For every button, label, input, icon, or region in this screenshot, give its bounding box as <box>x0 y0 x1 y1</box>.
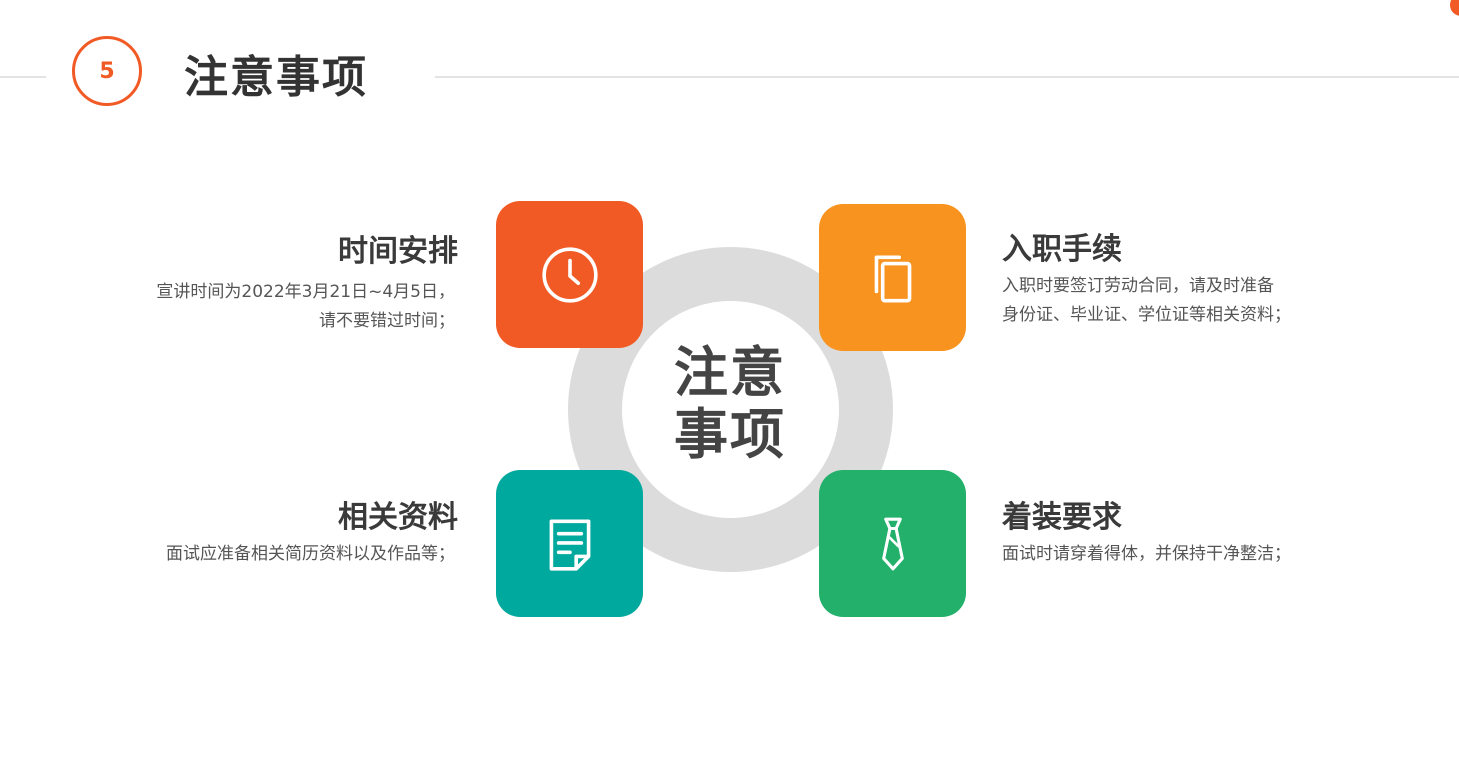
onboarding-desc-line-2: 身份证、毕业证、学位证等相关资料； <box>1002 305 1291 325</box>
necktie-icon <box>881 517 904 570</box>
copy-documents-icon <box>874 255 911 303</box>
materials-tile <box>496 470 643 617</box>
time-schedule-title: 时间安排 <box>338 234 458 269</box>
note-document-icon <box>549 518 590 571</box>
onboarding-desc-line-1: 入职时要签订劳动合同，请及时准备 <box>1002 276 1274 296</box>
time-schedule-desc-line-2: 请不要错过时间； <box>319 311 455 331</box>
section-number: 5 <box>72 36 142 106</box>
time-schedule-desc: 宣讲时间为2022年3月21日~4月5日， 请不要错过时间； <box>120 278 455 336</box>
dress-code-title: 着装要求 <box>1002 500 1122 535</box>
time-schedule-tile <box>496 201 643 348</box>
corner-decoration <box>1450 0 1459 16</box>
center-title: 注意 事项 <box>630 342 830 466</box>
dress-code-desc: 面试时请穿着得体，并保持干净整洁； <box>1002 540 1291 569</box>
dress-code-tile <box>819 470 966 617</box>
header-divider-left <box>0 76 46 78</box>
page-title: 注意事项 <box>184 52 368 103</box>
time-schedule-desc-line-1: 宣讲时间为2022年3月21日~4月5日， <box>156 282 455 302</box>
onboarding-tile <box>819 204 966 351</box>
clock-icon <box>541 246 598 303</box>
materials-title: 相关资料 <box>338 500 458 535</box>
onboarding-desc: 入职时要签订劳动合同，请及时准备 身份证、毕业证、学位证等相关资料； <box>1002 272 1291 330</box>
dress-code-desc-line-1: 面试时请穿着得体，并保持干净整洁； <box>1002 544 1291 564</box>
center-title-line-2: 事项 <box>674 403 786 466</box>
center-title-line-1: 注意 <box>674 341 786 404</box>
materials-desc-line-1: 面试应准备相关简历资料以及作品等； <box>166 544 455 564</box>
onboarding-title: 入职手续 <box>1002 232 1122 267</box>
header-divider-right <box>435 76 1459 78</box>
materials-desc: 面试应准备相关简历资料以及作品等； <box>120 540 455 569</box>
